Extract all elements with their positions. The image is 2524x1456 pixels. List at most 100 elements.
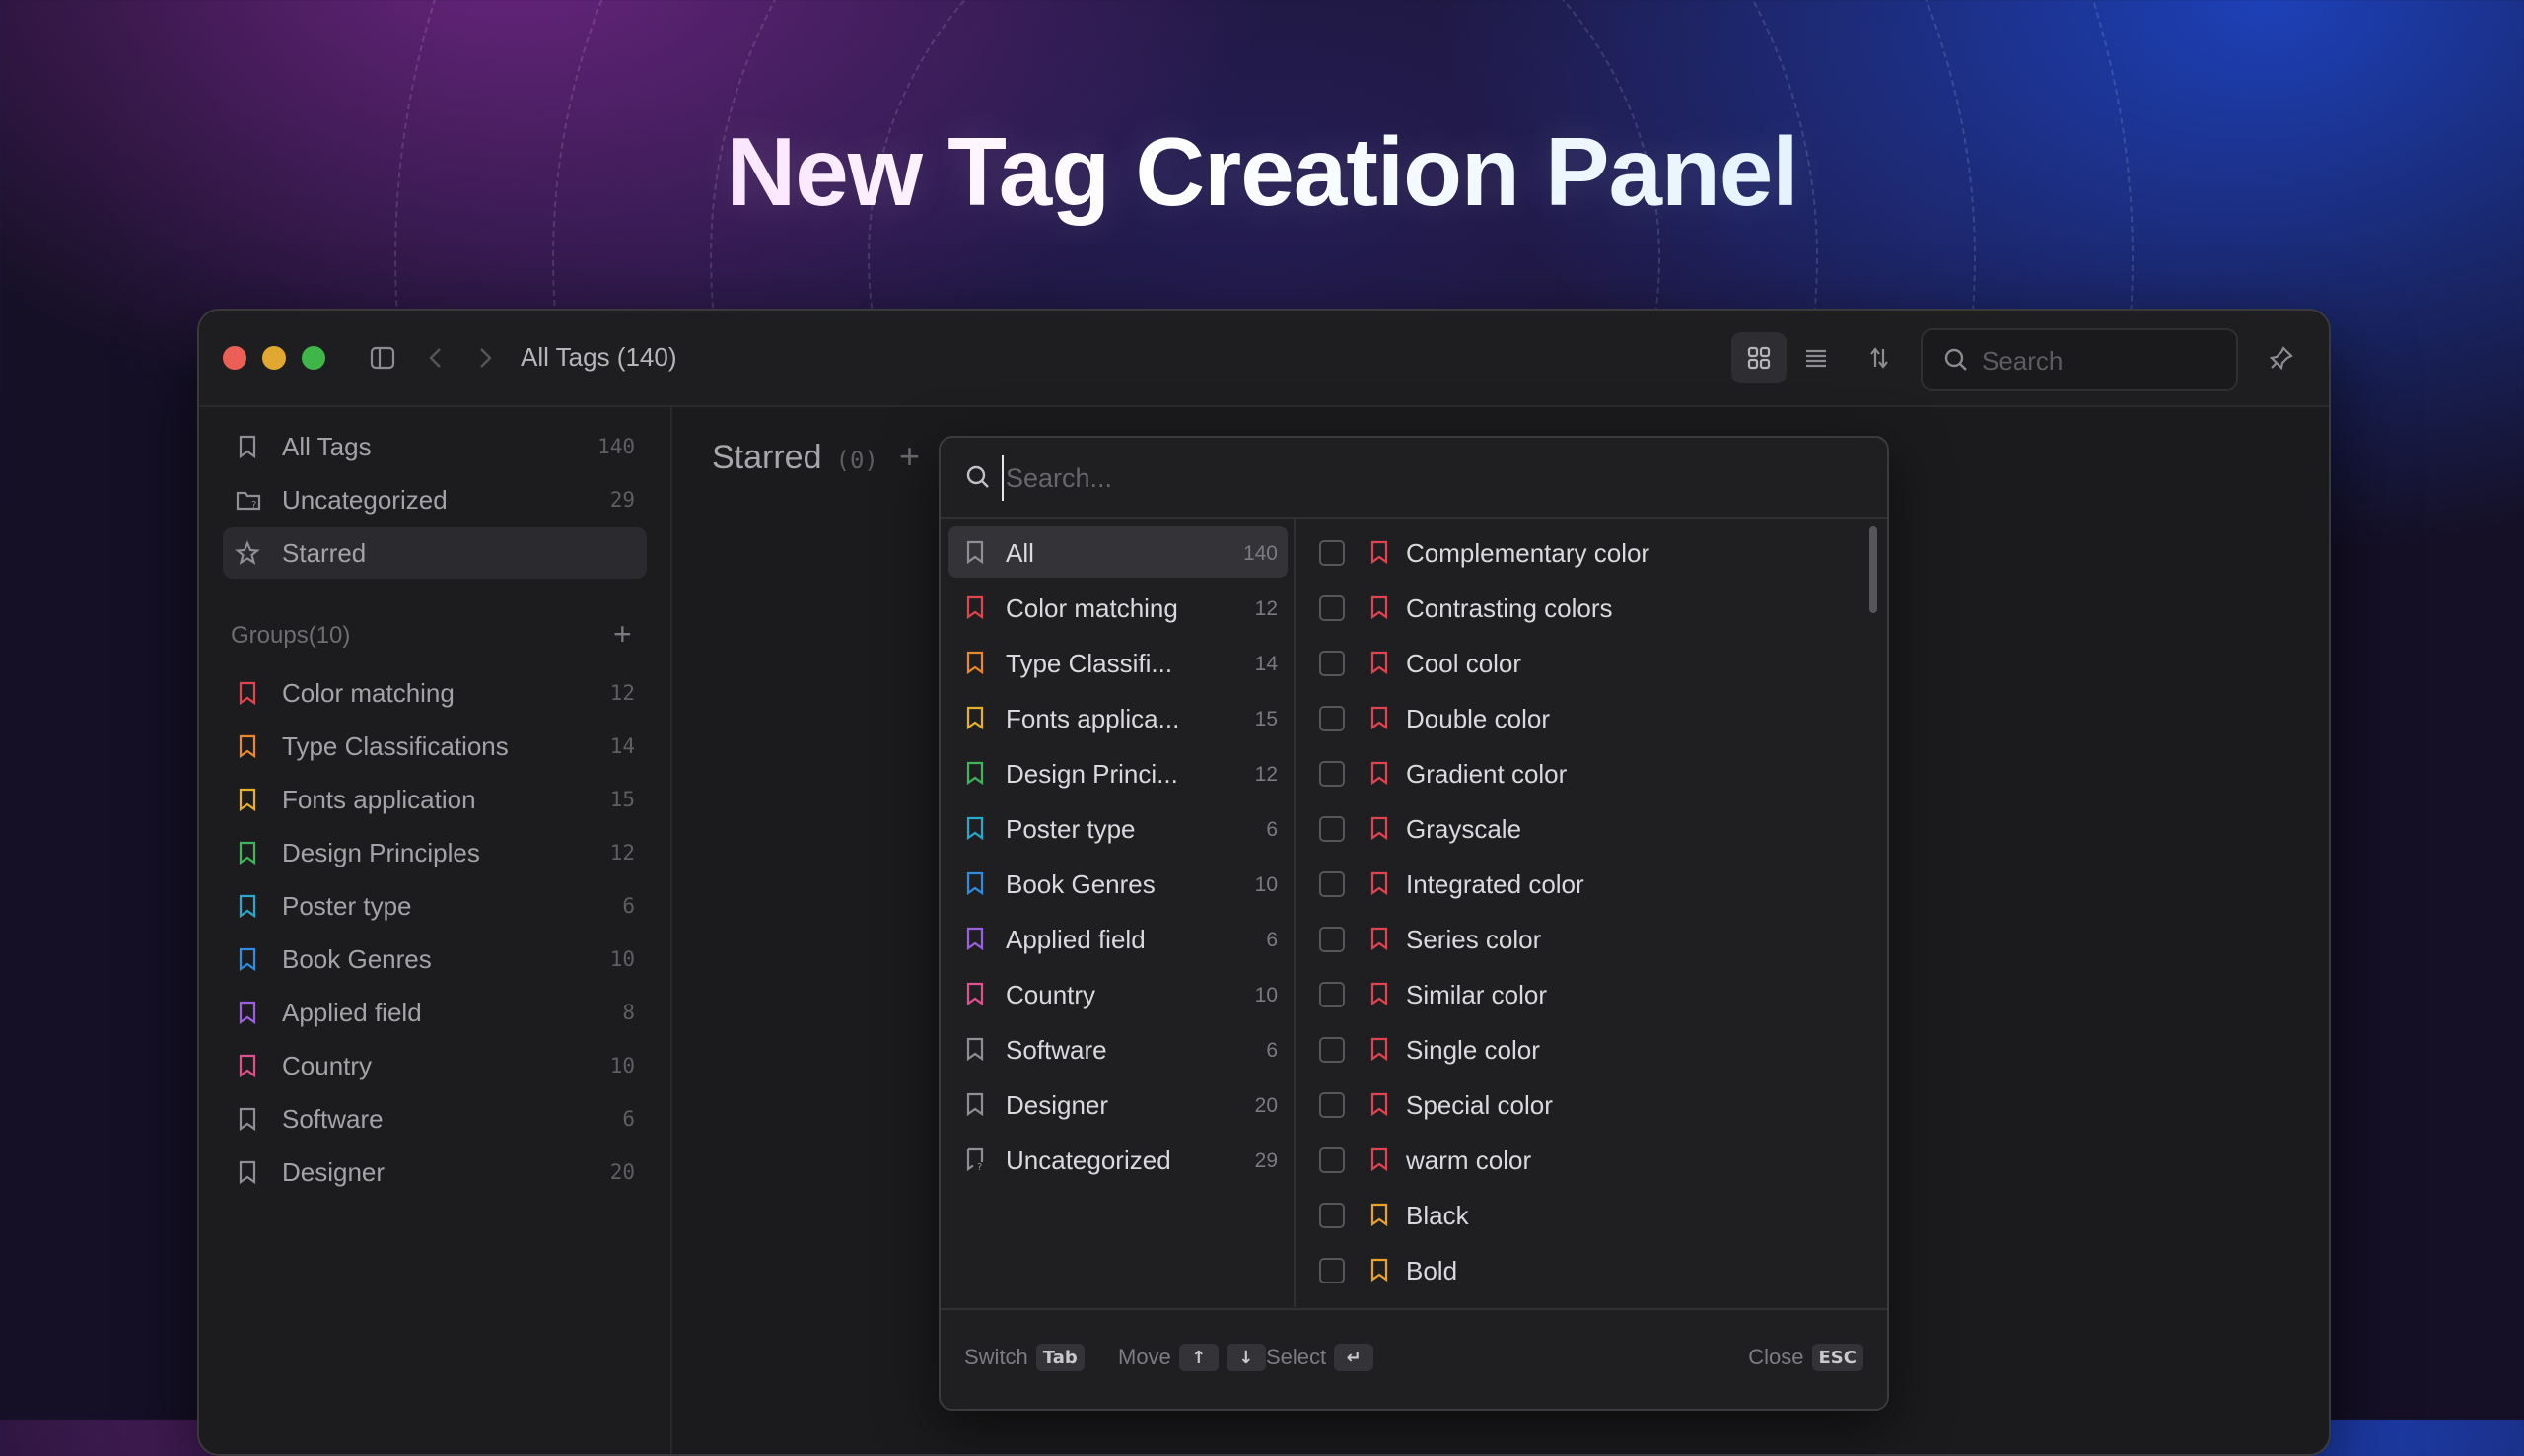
grid-view-icon[interactable] <box>1731 332 1787 383</box>
panel-group-item[interactable]: Poster type 6 <box>948 802 1288 854</box>
tag-checkbox[interactable] <box>1319 927 1345 952</box>
sidebar-group-count: 10 <box>609 1054 635 1077</box>
panel-group-item[interactable]: Book Genres 10 <box>948 858 1288 909</box>
panel-group-item[interactable]: Applied field 6 <box>948 913 1288 964</box>
star-icon <box>235 540 260 566</box>
zoom-window-button[interactable] <box>302 346 325 370</box>
list-view-icon[interactable] <box>1788 332 1844 383</box>
toolbar-search-placeholder: Search <box>1982 346 2064 376</box>
add-starred-icon[interactable]: + <box>899 436 920 477</box>
tag-option[interactable]: warm color <box>1296 1134 1867 1185</box>
toolbar-search-field[interactable]: Search <box>1921 328 2238 391</box>
panel-group-item[interactable]: Country 10 <box>948 968 1288 1019</box>
sidebar-group-item[interactable]: Poster type 6 <box>223 880 647 932</box>
move-hint: Move ↑ ↓ <box>1118 1344 1266 1371</box>
add-group-icon[interactable]: + <box>613 616 632 653</box>
sidebar-group-item[interactable]: Type Classifications 14 <box>223 721 647 772</box>
tag-checkbox[interactable] <box>1319 816 1345 842</box>
main-header: Starred (0) <box>712 439 878 477</box>
search-icon <box>964 463 992 496</box>
tag-checkbox[interactable] <box>1319 761 1345 787</box>
bookmark-icon <box>962 650 988 675</box>
tag-option[interactable]: Complementary color <box>1296 526 1867 578</box>
panel-group-label: Book Genres <box>1006 869 1156 899</box>
sidebar-group-item[interactable]: Designer 20 <box>223 1146 647 1198</box>
search-icon <box>1942 346 1970 379</box>
panel-group-item[interactable]: All 140 <box>948 526 1288 578</box>
panel-group-item[interactable]: Software 6 <box>948 1023 1288 1075</box>
arrow-down-key: ↓ <box>1226 1344 1266 1371</box>
sidebar-group-item[interactable]: Country 10 <box>223 1040 647 1091</box>
minimize-window-button[interactable] <box>262 346 286 370</box>
panel-group-count: 12 <box>1254 597 1278 620</box>
bookmark-question-icon: ? <box>962 1146 988 1173</box>
tag-checkbox[interactable] <box>1319 651 1345 676</box>
window-title: All Tags (140) <box>521 342 677 372</box>
sidebar-item-label: Uncategorized <box>282 484 448 515</box>
tag-option[interactable]: Black <box>1296 1189 1867 1240</box>
panel-group-item[interactable]: Type Classifi... 14 <box>948 637 1288 688</box>
sidebar-group-item[interactable]: Book Genres 10 <box>223 934 647 985</box>
tag-checkbox[interactable] <box>1319 706 1345 731</box>
bookmark-icon <box>962 1091 988 1117</box>
panel-group-item[interactable]: Design Princi... 12 <box>948 747 1288 798</box>
tag-checkbox[interactable] <box>1319 595 1345 621</box>
tag-option[interactable]: Bold <box>1296 1244 1867 1295</box>
panel-group-item[interactable]: Designer 20 <box>948 1078 1288 1130</box>
switch-hint-label: Switch <box>964 1345 1028 1369</box>
tag-checkbox[interactable] <box>1319 540 1345 566</box>
tag-option[interactable]: Integrated color <box>1296 858 1867 909</box>
sidebar-item-starred[interactable]: Starred <box>223 527 647 579</box>
tag-checkbox[interactable] <box>1319 1258 1345 1283</box>
tag-option[interactable]: Similar color <box>1296 968 1867 1019</box>
sidebar-toggle-icon[interactable] <box>365 340 400 376</box>
sidebar-group-item[interactable]: Design Principles 12 <box>223 827 647 878</box>
pin-icon[interactable] <box>2264 340 2299 376</box>
sidebar-group-label: Type Classifications <box>282 730 509 761</box>
close-hint[interactable]: Close ESC <box>1748 1344 1863 1371</box>
sidebar-item-count: 140 <box>597 435 635 458</box>
tag-checkbox[interactable] <box>1319 1147 1345 1173</box>
sidebar-item-uncategorized[interactable]: ? Uncategorized 29 <box>223 474 647 525</box>
back-icon[interactable] <box>418 340 454 376</box>
sidebar-group-item[interactable]: Fonts application 15 <box>223 774 647 825</box>
tag-checkbox[interactable] <box>1319 1037 1345 1063</box>
panel-tag-list: Complementary color Contrasting colors Coo… <box>1296 519 1887 1307</box>
bookmark-icon <box>1367 1257 1392 1283</box>
sidebar-group-item[interactable]: Color matching 12 <box>223 667 647 719</box>
tag-option[interactable]: Series color <box>1296 913 1867 964</box>
sidebar-group-label: Applied field <box>282 997 422 1027</box>
sort-icon[interactable] <box>1861 340 1897 376</box>
tag-label: Integrated color <box>1406 869 1584 899</box>
sidebar-group-count: 6 <box>622 1107 635 1131</box>
forward-icon[interactable] <box>467 340 503 376</box>
tag-checkbox[interactable] <box>1319 1203 1345 1228</box>
panel-group-count: 20 <box>1254 1094 1278 1117</box>
panel-search-input[interactable] <box>1002 455 1836 501</box>
tag-label: Single color <box>1406 1035 1540 1065</box>
tag-label: warm color <box>1406 1145 1532 1175</box>
panel-group-list: All 140 Color matching 12 Type Classifi... 14… <box>941 519 1296 1307</box>
tag-list-scrollbar[interactable] <box>1869 526 1877 613</box>
close-window-button[interactable] <box>223 346 246 370</box>
panel-group-item[interactable]: ? Uncategorized 29 <box>948 1134 1288 1185</box>
panel-group-item[interactable]: Color matching 12 <box>948 582 1288 633</box>
tag-option[interactable]: Grayscale <box>1296 802 1867 854</box>
tag-checkbox[interactable] <box>1319 982 1345 1007</box>
tag-option[interactable]: Special color <box>1296 1078 1867 1130</box>
bookmark-icon <box>1367 870 1392 896</box>
sidebar-group-item[interactable]: Applied field 8 <box>223 987 647 1038</box>
bookmark-icon <box>962 539 988 565</box>
sidebar-item-all-tags[interactable]: All Tags 140 <box>223 421 647 472</box>
sidebar-group-label: Fonts application <box>282 784 476 814</box>
panel-group-item[interactable]: Fonts applica... 15 <box>948 692 1288 743</box>
bookmark-icon <box>962 926 988 951</box>
tag-checkbox[interactable] <box>1319 1092 1345 1118</box>
tag-option[interactable]: Single color <box>1296 1023 1867 1075</box>
tag-option[interactable]: Cool color <box>1296 637 1867 688</box>
tag-checkbox[interactable] <box>1319 871 1345 897</box>
tag-option[interactable]: Double color <box>1296 692 1867 743</box>
sidebar-group-item[interactable]: Software 6 <box>223 1093 647 1144</box>
tag-option[interactable]: Gradient color <box>1296 747 1867 798</box>
tag-option[interactable]: Contrasting colors <box>1296 582 1867 633</box>
